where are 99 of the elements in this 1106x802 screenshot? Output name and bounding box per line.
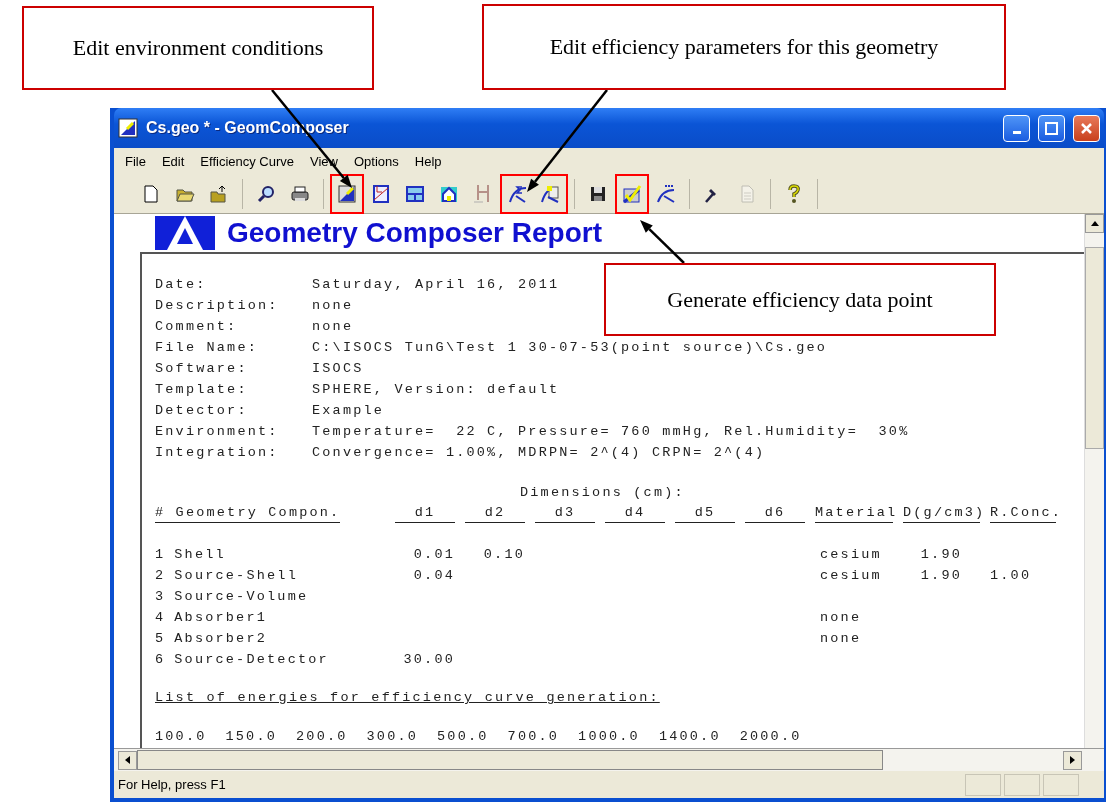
energy-value: 100.0 xyxy=(155,728,207,746)
table-cell-text: 0.10 xyxy=(482,546,525,564)
field-label: Integration: xyxy=(155,444,279,462)
set-square-icon xyxy=(337,183,357,204)
field-value: none xyxy=(312,318,354,336)
field-label: Description: xyxy=(155,297,279,315)
table-cell: Source-Volume xyxy=(174,588,309,606)
maximize-button[interactable] xyxy=(1038,114,1065,142)
field-value: Temperature= 22 C, Pressure= 760 mmHg, Rel.Humidity= 30% xyxy=(312,423,910,441)
field-value: C:\ISOCS TunG\Test 1 30-07-53(point source)\Cs.geo xyxy=(312,339,828,357)
callout: Edit environment conditions xyxy=(22,6,374,90)
folder-arrow-icon xyxy=(209,183,229,204)
minimize-icon xyxy=(1012,130,1021,134)
field-label: File Name: xyxy=(155,339,258,357)
search-icon xyxy=(256,183,276,204)
table-cell-text: 0.01 xyxy=(412,546,455,564)
row-number: 6 xyxy=(155,651,166,669)
table-cell-text: none xyxy=(819,630,863,648)
status-pane xyxy=(1043,773,1079,796)
menu-item[interactable]: Help xyxy=(407,151,449,171)
field-label: Comment: xyxy=(155,318,238,336)
curve-document-icon xyxy=(540,183,560,204)
minimize-button[interactable] xyxy=(1003,114,1030,142)
row-number: 3 xyxy=(155,588,166,606)
hatched-square-icon xyxy=(371,183,391,204)
table-cell-text: 1.90 xyxy=(919,546,963,564)
table-cell-text: cesium xyxy=(819,546,883,564)
maximize-icon xyxy=(1045,121,1058,135)
checkmark-icon xyxy=(622,183,642,204)
energy-value: 300.0 xyxy=(366,728,419,746)
row-number: 2 xyxy=(155,567,166,585)
close-icon xyxy=(1080,121,1093,135)
field-value: Example xyxy=(312,402,385,420)
app-icon xyxy=(118,118,138,138)
menu-item[interactable]: File xyxy=(118,151,153,171)
column-header: d4 xyxy=(605,504,665,523)
status-pane xyxy=(1004,773,1040,796)
menu-item[interactable]: Options xyxy=(347,151,406,171)
split-panel-icon xyxy=(405,183,425,204)
row-number: 5 xyxy=(155,630,166,648)
table-cell: Absorber2 xyxy=(174,630,268,648)
table-cell: Shell xyxy=(174,546,226,564)
column-header: d2 xyxy=(465,504,525,523)
column-header: D(g/cm3) xyxy=(903,504,980,523)
column-header: d5 xyxy=(675,504,735,523)
menu-item[interactable]: Efficiency Curve xyxy=(193,151,302,171)
energy-value: 2000.0 xyxy=(739,728,802,746)
field-value: ISOCS xyxy=(312,360,364,378)
curve-icon xyxy=(656,183,676,204)
field-label: Environment: xyxy=(155,423,279,441)
column-header: # Geometry Compon. xyxy=(155,504,341,523)
energy-value: 200.0 xyxy=(296,728,348,746)
energy-value: 1000.0 xyxy=(578,728,640,746)
table-cell-text: 1.90 xyxy=(919,567,963,585)
close-button[interactable] xyxy=(1073,114,1100,142)
table-cell-text: 0.04 xyxy=(412,567,455,585)
field-label: Date: xyxy=(155,276,207,294)
energy-value: 500.0 xyxy=(437,728,489,746)
up-arrow-icon xyxy=(1090,221,1099,226)
report-title: Geometry Composer Report xyxy=(227,217,602,249)
table-cell: Source-Detector xyxy=(174,651,329,669)
field-value: SPHERE, Version: default xyxy=(312,381,560,399)
field-value: none xyxy=(312,297,354,315)
horizontal-scrollbar[interactable] xyxy=(114,748,1104,771)
right-arrow-icon xyxy=(1070,756,1075,764)
table-cell-text: none xyxy=(819,609,863,627)
field-label: Detector: xyxy=(155,402,248,420)
table-cell-text: 1.00 xyxy=(990,567,1033,585)
section-heading: Dimensions (cm): xyxy=(520,484,685,502)
field-value: Convergence= 1.00%, MDRPN= 2^(4) CRPN= 2^(4) xyxy=(312,444,766,462)
callout: Edit efficiency parameters for this geometry xyxy=(482,4,1006,90)
column-header: d6 xyxy=(745,504,805,523)
left-arrow-icon xyxy=(125,756,130,764)
table-cell: Source-Shell xyxy=(174,567,298,585)
callout: Generate efficiency data point xyxy=(604,263,996,336)
energy-value: 1400.0 xyxy=(658,728,721,746)
row-number: 4 xyxy=(155,609,166,627)
field-label: Template: xyxy=(155,381,248,399)
arrow xyxy=(640,220,685,264)
menu-item[interactable]: Edit xyxy=(154,151,192,171)
energy-value: 150.0 xyxy=(225,728,278,746)
row-number: 1 xyxy=(155,546,166,564)
column-header: d1 xyxy=(395,504,455,523)
table-cell: Absorber1 xyxy=(174,609,268,627)
vertical-scrollbar[interactable] xyxy=(1084,214,1104,748)
energy-value: 700.0 xyxy=(507,728,560,746)
new-file-icon xyxy=(141,183,161,204)
table-cell-text: 30.00 xyxy=(402,651,455,669)
status-pane xyxy=(965,773,1001,796)
sigma-curve-icon xyxy=(508,183,528,204)
field-value: Saturday, April 16, 2011 xyxy=(312,276,560,294)
table-cell-text: cesium xyxy=(819,567,883,585)
column-header: Material xyxy=(815,504,893,523)
printer-icon xyxy=(290,183,310,204)
section-heading: List of energies for efficiency curve generation: xyxy=(155,690,660,705)
status-text: For Help, press F1 xyxy=(118,777,227,792)
field-label: Software: xyxy=(155,360,248,378)
column-header: d3 xyxy=(535,504,595,523)
column-header: R.Conc. xyxy=(990,504,1056,523)
